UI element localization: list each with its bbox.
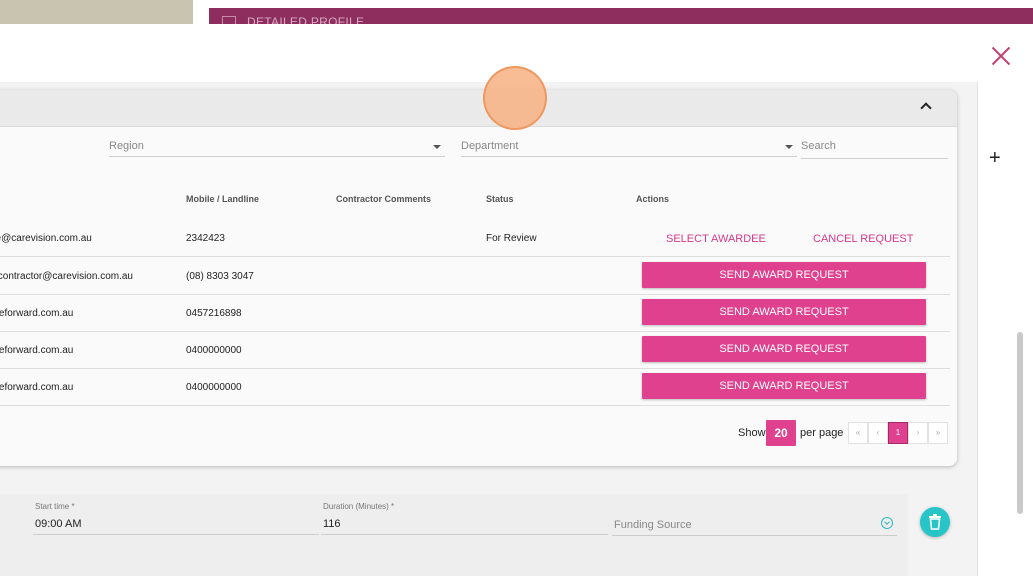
contractor-card: Region Department Mobile / Landline Cont… (0, 90, 957, 466)
show-label: Show (738, 427, 766, 439)
delete-button[interactable] (920, 507, 950, 537)
select-awardee-button[interactable]: SELECT AWARDEE (666, 233, 766, 245)
scrollbar[interactable] (1017, 332, 1023, 514)
start-time-field[interactable]: 09:00 AM (33, 515, 319, 535)
trash-icon (929, 514, 941, 530)
row-email: ge@carevision.com.au (0, 233, 92, 244)
row-phone: (08) 8303 3047 (186, 271, 254, 282)
row-status: For Review (486, 233, 537, 244)
first-page-button[interactable]: « (848, 422, 868, 444)
start-time-value: 09:00 AM (35, 518, 82, 530)
table-row: elcontractor@carevision.com.au (08) 8303… (0, 258, 950, 295)
cursor-highlight (483, 66, 547, 130)
side-column (977, 82, 1033, 576)
background-header: DETAILED PROFILE (209, 8, 1033, 24)
per-page-label: per page (800, 427, 844, 439)
chevron-down-icon[interactable] (881, 517, 893, 529)
duration-field[interactable]: 116 (321, 515, 608, 535)
card-header (0, 90, 957, 127)
prev-page-button[interactable]: ‹ (868, 422, 888, 444)
chevron-down-icon (785, 145, 793, 149)
send-award-request-button[interactable]: SEND AWARD REQUEST (642, 336, 926, 362)
department-label: Department (461, 140, 519, 152)
row-email: elcontractor@carevision.com.au (0, 271, 133, 282)
region-select[interactable]: Region (109, 137, 445, 157)
start-time-label: Start time * (35, 502, 75, 511)
table-row: areforward.com.au 0400000000 SEND AWARD … (0, 332, 950, 369)
funding-source-select[interactable]: Funding Source (612, 516, 897, 536)
cancel-request-button[interactable]: CANCEL REQUEST (813, 233, 913, 245)
column-header-status: Status (486, 194, 514, 204)
duration-value: 116 (323, 518, 341, 530)
table-row: areforward.com.au 0457216898 SEND AWARD … (0, 295, 950, 332)
duration-label: Duration (Minutes) * (323, 502, 395, 511)
column-header-actions: Actions (636, 194, 670, 204)
search-input[interactable] (801, 137, 948, 152)
row-phone: 0457216898 (186, 308, 242, 319)
background-header-title: DETAILED PROFILE (247, 15, 365, 24)
send-award-request-button[interactable]: SEND AWARD REQUEST (642, 262, 926, 288)
chevron-down-icon (433, 145, 441, 149)
last-page-button[interactable]: » (928, 422, 948, 444)
page-size-select[interactable]: 20 (766, 420, 796, 446)
column-header-mobile: Mobile / Landline (186, 194, 260, 204)
row-phone: 0400000000 (186, 345, 242, 356)
table-row: ge@carevision.com.au 2342423 For Review … (0, 220, 950, 257)
region-label: Region (109, 140, 144, 152)
background-panel (0, 0, 193, 24)
funding-source-placeholder: Funding Source (614, 519, 692, 531)
table-row: areforward.com.au 0400000000 SEND AWARD … (0, 369, 950, 406)
department-select[interactable]: Department (461, 137, 797, 157)
send-award-request-button[interactable]: SEND AWARD REQUEST (642, 373, 926, 399)
row-email: areforward.com.au (0, 382, 74, 393)
search-field (801, 137, 948, 159)
page-1-button[interactable]: 1 (888, 422, 908, 444)
row-email: areforward.com.au (0, 345, 74, 356)
row-phone: 2342423 (186, 233, 225, 244)
next-page-button[interactable]: › (908, 422, 928, 444)
close-icon[interactable] (990, 45, 1012, 67)
row-email: areforward.com.au (0, 308, 74, 319)
send-award-request-button[interactable]: SEND AWARD REQUEST (642, 299, 926, 325)
plus-icon[interactable]: + (989, 148, 1001, 168)
chevron-up-icon[interactable] (920, 102, 932, 114)
row-phone: 0400000000 (186, 382, 242, 393)
header-checkbox-icon (222, 16, 236, 24)
column-header-comments: Contractor Comments (336, 194, 432, 204)
